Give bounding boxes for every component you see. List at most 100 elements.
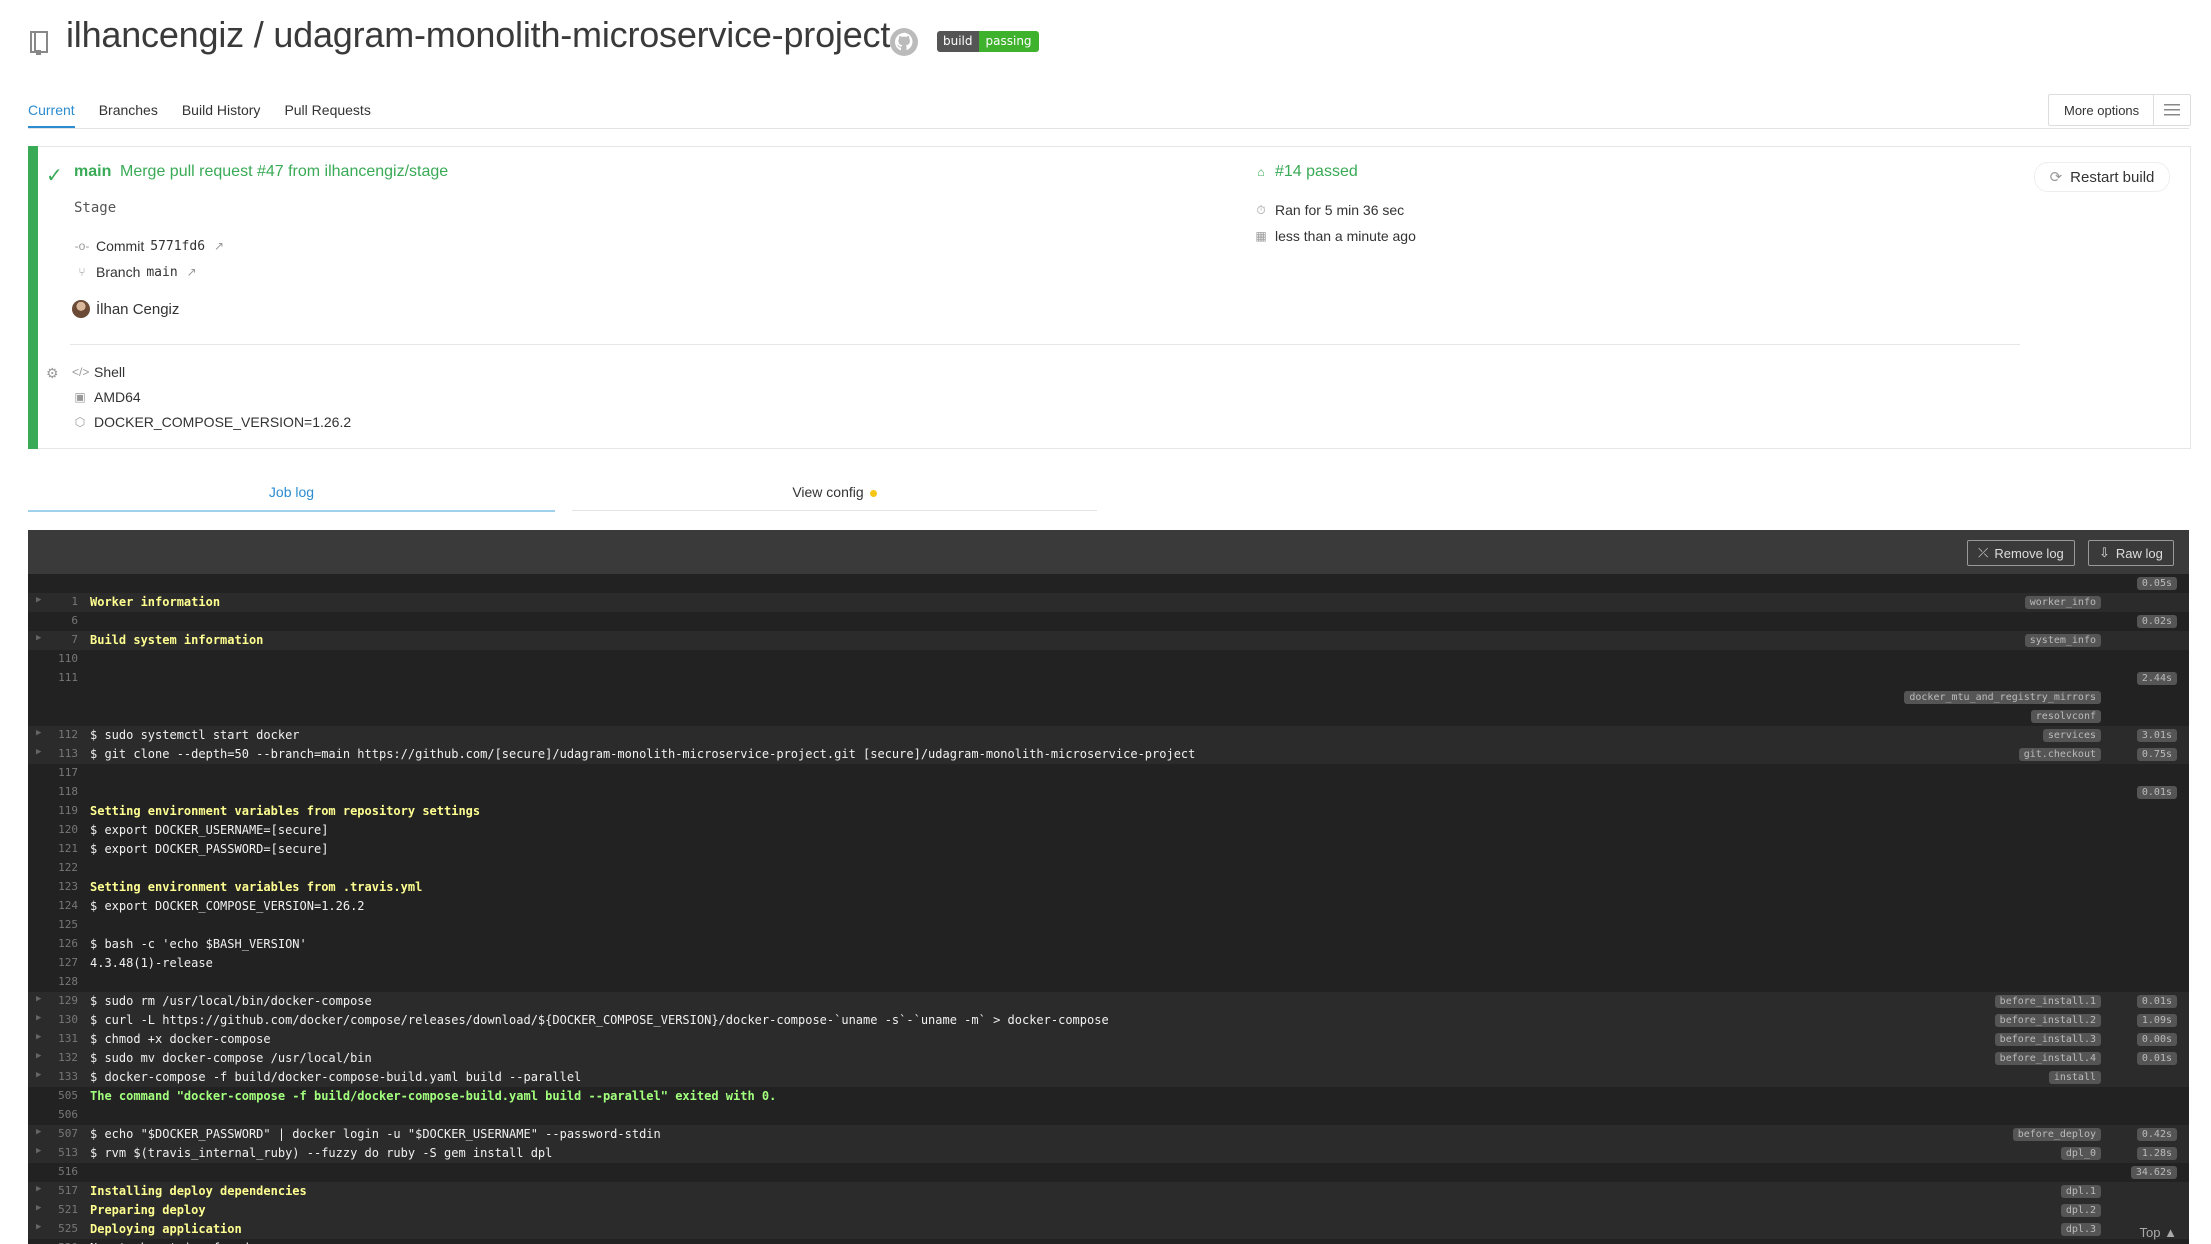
fold-arrow-icon[interactable]: ▶ bbox=[36, 1146, 41, 1156]
scroll-top-link[interactable]: Top ▲ bbox=[2140, 1225, 2177, 1240]
fold-arrow-icon[interactable]: ▶ bbox=[36, 1203, 41, 1213]
log-line[interactable]: ▶ 132 $ sudo mv docker-compose /usr/local/… bbox=[28, 1049, 2189, 1068]
line-number[interactable]: 7 bbox=[48, 633, 78, 646]
line-number[interactable]: 516 bbox=[48, 1165, 78, 1178]
commit-icon: -o- bbox=[74, 239, 90, 253]
repo-title[interactable]: ilhancengiz / udagram-monolith-microserv… bbox=[66, 14, 890, 56]
log-line[interactable]: ▶ 507 $ echo "$DOCKER_PASSWORD" | docker l… bbox=[28, 1125, 2189, 1144]
build-branch[interactable]: main bbox=[74, 163, 111, 181]
log-line[interactable]: ▶ 130 $ curl -L https://github.com/docker/… bbox=[28, 1011, 2189, 1030]
log-line: 120 $ export DOCKER_USERNAME=[secure] bbox=[28, 821, 2189, 840]
line-number[interactable]: 521 bbox=[48, 1203, 78, 1216]
line-number[interactable]: 117 bbox=[48, 766, 78, 779]
log-line[interactable]: ▶ 513 $ rvm $(travis_internal_ruby) --fuzz… bbox=[28, 1144, 2189, 1163]
line-number[interactable]: 110 bbox=[48, 652, 78, 665]
fold-arrow-icon[interactable]: ▶ bbox=[36, 747, 41, 757]
branch-name[interactable]: main bbox=[146, 265, 177, 280]
line-number[interactable]: 506 bbox=[48, 1108, 78, 1121]
branch-row[interactable]: ⑂ Branch main ↗ bbox=[74, 264, 200, 280]
more-options-button[interactable]: More options bbox=[2048, 94, 2191, 126]
step-duration: 0.01s bbox=[2136, 1052, 2177, 1065]
raw-log-button[interactable]: ⇩ Raw log bbox=[2088, 540, 2174, 566]
log-line[interactable]: ▶ 1 Worker information worker_info bbox=[28, 593, 2189, 612]
fold-arrow-icon[interactable]: ▶ bbox=[36, 1127, 41, 1137]
log-lines[interactable]: 0.05s ▶ 1 Worker information worker_info 6 0.0… bbox=[28, 574, 2189, 1244]
fold-arrow-icon[interactable]: ▶ bbox=[36, 1222, 41, 1232]
line-number[interactable]: 131 bbox=[48, 1032, 78, 1045]
line-text: Preparing deploy bbox=[90, 1203, 206, 1217]
line-number[interactable]: 122 bbox=[48, 861, 78, 874]
line-number[interactable]: 119 bbox=[48, 804, 78, 817]
tab-view-config[interactable]: View config bbox=[572, 484, 1097, 511]
log-line: 126 $ bash -c 'echo $BASH_VERSION' bbox=[28, 935, 2189, 954]
line-number[interactable]: 121 bbox=[48, 842, 78, 855]
line-number[interactable]: 130 bbox=[48, 1013, 78, 1026]
passed-icon: ⌂ bbox=[1257, 165, 1265, 179]
restart-build-button[interactable]: ⟳ Restart build bbox=[2034, 162, 2170, 192]
fold-arrow-icon[interactable]: ▶ bbox=[36, 595, 41, 605]
line-number[interactable]: 120 bbox=[48, 823, 78, 836]
line-number[interactable]: 505 bbox=[48, 1089, 78, 1102]
build-number[interactable]: #14 passed bbox=[1275, 163, 1358, 181]
line-text: $ export DOCKER_PASSWORD=[secure] bbox=[90, 842, 329, 856]
line-number[interactable]: 525 bbox=[48, 1222, 78, 1235]
log-line[interactable]: ▶ 131 $ chmod +x docker-compose before_inst… bbox=[28, 1030, 2189, 1049]
tab-branches[interactable]: Branches bbox=[99, 100, 158, 128]
fold-arrow-icon[interactable]: ▶ bbox=[36, 1184, 41, 1194]
external-link-icon[interactable]: ↗ bbox=[211, 239, 227, 253]
build-status-bar bbox=[28, 146, 38, 449]
remove-log-button[interactable]: ⤫ Remove log bbox=[1967, 540, 2075, 566]
line-text: The command "docker-compose -f build/doc… bbox=[90, 1089, 777, 1103]
external-link-icon[interactable]: ↗ bbox=[184, 265, 200, 279]
log-line[interactable]: ▶ 112 $ sudo systemctl start docker service… bbox=[28, 726, 2189, 745]
log-line[interactable]: ▶ 129 $ sudo rm /usr/local/bin/docker-comp… bbox=[28, 992, 2189, 1011]
line-number[interactable]: 1 bbox=[48, 595, 78, 608]
step-duration: 2.44s bbox=[2136, 672, 2177, 685]
log-line[interactable]: ▶ 517 Installing deploy dependencies dpl.1 bbox=[28, 1182, 2189, 1201]
fold-arrow-icon[interactable]: ▶ bbox=[36, 1051, 41, 1061]
fold-arrow-icon[interactable]: ▶ bbox=[36, 633, 41, 643]
line-number[interactable]: 125 bbox=[48, 918, 78, 931]
line-number[interactable]: 126 bbox=[48, 937, 78, 950]
log-line: 119 Setting environment variables from re… bbox=[28, 802, 2189, 821]
line-number[interactable]: 128 bbox=[48, 975, 78, 988]
log-line[interactable]: ▶ 113 $ git clone --depth=50 --branch=main… bbox=[28, 745, 2189, 764]
log-line[interactable]: ▶ 525 Deploying application dpl.3 bbox=[28, 1220, 2189, 1239]
fold-arrow-icon[interactable]: ▶ bbox=[36, 1013, 41, 1023]
line-number[interactable]: 124 bbox=[48, 899, 78, 912]
line-number[interactable]: 133 bbox=[48, 1070, 78, 1083]
log-line[interactable]: ▶ 521 Preparing deploy dpl.2 bbox=[28, 1201, 2189, 1220]
line-number[interactable]: 132 bbox=[48, 1051, 78, 1064]
commit-row[interactable]: -o- Commit 5771fd6 ↗ bbox=[74, 238, 227, 254]
fold-arrow-icon[interactable]: ▶ bbox=[36, 1070, 41, 1080]
line-text: Setting environment variables from .trav… bbox=[90, 880, 423, 894]
line-text: $ echo "$DOCKER_PASSWORD" | docker login… bbox=[90, 1127, 661, 1141]
line-number[interactable]: 507 bbox=[48, 1127, 78, 1140]
log-line[interactable]: ▶ 7 Build system information system_info bbox=[28, 631, 2189, 650]
check-icon: ✓ bbox=[46, 165, 63, 187]
fold-arrow-icon[interactable]: ▶ bbox=[36, 1032, 41, 1042]
fold-arrow-icon[interactable]: ▶ bbox=[36, 728, 41, 738]
fold-tag: resolvconf bbox=[2030, 710, 2101, 723]
tab-build-history[interactable]: Build History bbox=[182, 100, 261, 128]
fold-tag: before_install.2 bbox=[1994, 1014, 2101, 1027]
build-status-badge[interactable]: build passing bbox=[937, 31, 1039, 52]
line-number[interactable]: 129 bbox=[48, 994, 78, 1007]
fold-arrow-icon[interactable]: ▶ bbox=[36, 994, 41, 1004]
line-number[interactable]: 111 bbox=[48, 671, 78, 684]
line-number[interactable]: 127 bbox=[48, 956, 78, 969]
commit-hash[interactable]: 5771fd6 bbox=[150, 239, 205, 254]
line-number[interactable]: 112 bbox=[48, 728, 78, 741]
tab-pull-requests[interactable]: Pull Requests bbox=[284, 100, 370, 128]
build-number-row[interactable]: ⌂ #14 passed bbox=[1253, 163, 1358, 181]
line-number[interactable]: 118 bbox=[48, 785, 78, 798]
line-number[interactable]: 6 bbox=[48, 614, 78, 627]
tab-current[interactable]: Current bbox=[28, 100, 75, 128]
line-number[interactable]: 517 bbox=[48, 1184, 78, 1197]
line-number[interactable]: 513 bbox=[48, 1146, 78, 1159]
github-icon[interactable] bbox=[888, 26, 920, 58]
line-number[interactable]: 123 bbox=[48, 880, 78, 893]
line-number[interactable]: 113 bbox=[48, 747, 78, 760]
tab-job-log[interactable]: Job log bbox=[28, 484, 555, 512]
log-line[interactable]: ▶ 133 $ docker-compose -f build/docker-com… bbox=[28, 1068, 2189, 1087]
